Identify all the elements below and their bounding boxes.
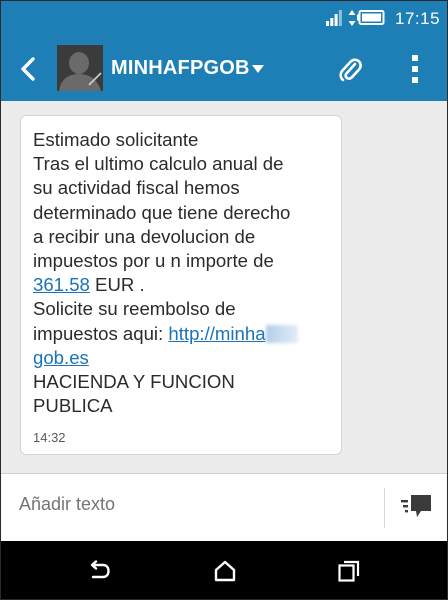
message-line: a recibir una devolucion de <box>33 225 256 247</box>
status-time: 17:15 <box>395 9 441 28</box>
conversation-area[interactable]: Estimado solicitante Tras el ultimo calc… <box>1 101 447 473</box>
contact-name[interactable]: MINHAFPGOB <box>111 57 250 80</box>
composer-bar <box>1 473 447 541</box>
message-bubble[interactable]: Estimado solicitante Tras el ultimo calc… <box>20 115 342 455</box>
app-bar: MINHAFPGOB <box>1 37 447 101</box>
chevron-down-icon[interactable] <box>251 64 265 74</box>
battery-icon <box>357 10 385 25</box>
redacted-blur <box>265 324 298 343</box>
back-arrow-icon[interactable] <box>15 55 43 83</box>
paperclip-icon[interactable] <box>337 55 363 83</box>
message-line: Solicite su reembolso de <box>33 298 236 320</box>
message-line: determinado que tiene derecho <box>33 201 291 223</box>
avatar[interactable] <box>57 45 103 91</box>
amount-link[interactable]: 361.58 <box>33 274 90 295</box>
url-link[interactable]: http://minha <box>168 323 265 344</box>
signal-strength-icon <box>326 10 342 26</box>
send-message-icon[interactable] <box>399 492 433 522</box>
status-bar: 17:15 <box>1 1 447 37</box>
person-silhouette-icon <box>57 45 103 91</box>
composer-divider <box>384 488 385 528</box>
message-body[interactable]: Estimado solicitante Tras el ultimo calc… <box>33 128 329 418</box>
message-line: PUBLICA <box>33 395 113 417</box>
message-line: su actividad fiscal hemos <box>33 177 240 199</box>
message-line: Tras el ultimo calculo anual de <box>33 153 284 175</box>
message-line: 361.58 EUR . <box>33 273 329 297</box>
nav-home-icon[interactable] <box>213 559 237 583</box>
nav-recent-apps-icon[interactable] <box>338 560 360 582</box>
data-transfer-icon <box>348 10 356 26</box>
nav-back-icon[interactable] <box>89 560 111 582</box>
url-link-continued[interactable]: gob.es <box>33 347 89 368</box>
message-text: impuestos aqui: <box>33 322 169 344</box>
navigation-bar <box>1 541 447 599</box>
more-vertical-icon[interactable] <box>401 53 429 85</box>
message-line: impuestos aqui: http://minha <box>33 322 329 346</box>
message-line: HACIENDA Y FUNCION <box>33 371 235 393</box>
message-line: gob.es <box>33 346 329 370</box>
phone-screen: 17:15 MINHAFPGOB Estimado solicitante Tr… <box>0 0 448 600</box>
message-timestamp: 14:32 <box>33 430 66 445</box>
currency-text: EUR . <box>89 274 145 296</box>
message-line: Estimado solicitante <box>33 129 199 150</box>
message-line: impuestos por u n importe de <box>33 250 274 272</box>
message-input[interactable] <box>19 486 359 522</box>
